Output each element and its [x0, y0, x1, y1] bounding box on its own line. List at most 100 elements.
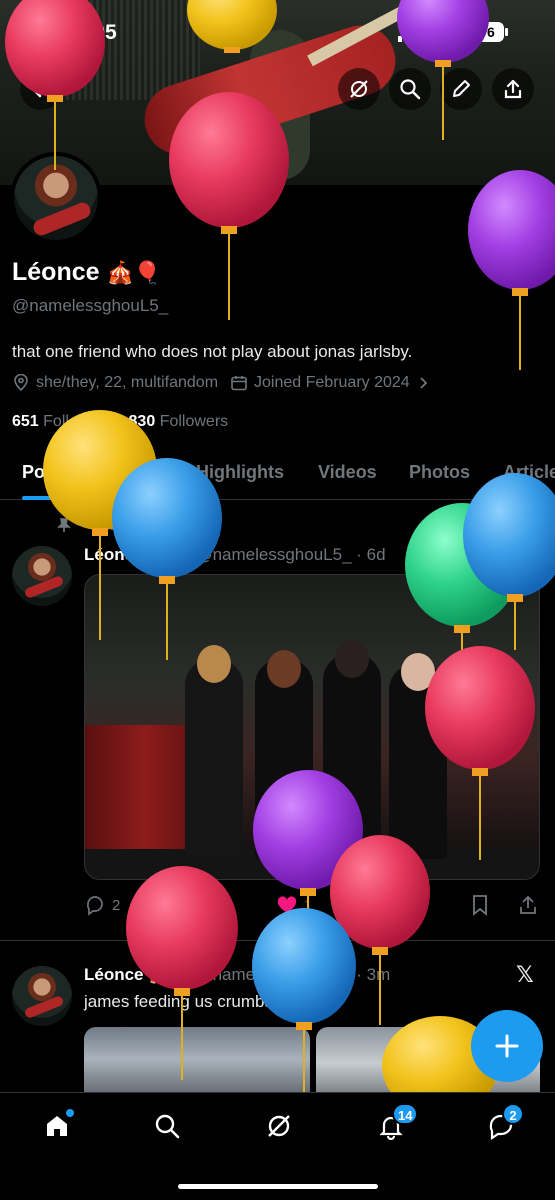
post-actions: 2 4 1 695 — [84, 894, 544, 920]
edit-button[interactable] — [440, 68, 482, 110]
back-arrow-icon — [31, 80, 52, 98]
tab-posts[interactable]: Posts — [22, 462, 71, 483]
status-time: 00:05 — [63, 21, 117, 44]
share-icon — [520, 895, 536, 914]
reply-action[interactable]: 2 — [84, 894, 120, 916]
post-time[interactable]: · 3m — [356, 965, 390, 984]
avatar-guitar — [31, 200, 93, 238]
media-person — [323, 654, 381, 859]
profile-meta: she/they, 22, multifandom Joined Februar… — [12, 374, 430, 392]
share-button[interactable] — [492, 68, 534, 110]
plus-icon — [495, 1034, 519, 1058]
messages-badge: 2 — [502, 1103, 524, 1125]
tab-articles[interactable]: Articles — [503, 462, 555, 483]
reply-icon — [87, 896, 103, 916]
nav-messages[interactable]: 2 — [486, 1103, 524, 1141]
tab-replies[interactable]: Replies — [100, 462, 164, 483]
notifications-badge: 14 — [392, 1103, 419, 1125]
reply-count: 2 — [112, 896, 121, 914]
grok-icon — [268, 1115, 290, 1137]
views-action[interactable]: 695 — [372, 894, 423, 914]
post-header: Léonce 🎪🎈 @namelessghouL5_ · 6d — [84, 545, 386, 565]
x-logo-icon: 𝕏 — [516, 540, 534, 565]
post-text: james feeding us crumbs — [84, 992, 273, 1011]
search-button[interactable] — [389, 68, 431, 110]
tab-videos[interactable]: Videos — [318, 462, 377, 483]
repost-count: 4 — [204, 896, 213, 914]
back-button[interactable] — [20, 68, 62, 110]
media-person — [389, 664, 447, 859]
share-post-button[interactable] — [518, 894, 538, 916]
heart-icon — [277, 896, 297, 913]
chevron-right-icon[interactable] — [416, 376, 430, 390]
post-author-emoji: 🎪🎈 — [148, 545, 191, 564]
pinned-label: Pinned — [92, 517, 139, 533]
status-bar: 00:05 76 — [0, 18, 555, 48]
profile-tabs: Posts Replies Highlights Videos Photos A… — [0, 452, 555, 500]
battery-indicator: 76 — [470, 22, 508, 42]
tab-photos[interactable]: Photos — [409, 462, 470, 483]
profile-bio: that one friend who does not play about … — [12, 342, 413, 361]
follow-stats: 651 Following 830 Followers — [12, 413, 228, 431]
profile-location: she/they, 22, multifandom — [36, 374, 219, 391]
profile-name-text: Léonce — [12, 258, 100, 286]
post-author-name[interactable]: Léonce — [84, 545, 144, 564]
search-icon — [155, 1114, 180, 1139]
media-person-head — [335, 640, 369, 678]
following-count: 651 — [12, 413, 39, 430]
followers-count: 830 — [128, 413, 156, 430]
grok-button[interactable] — [338, 68, 380, 110]
media-person-head — [401, 653, 435, 691]
avatar-guitar — [23, 574, 65, 600]
post-avatar[interactable] — [12, 966, 72, 1026]
profile-name: Léonce 🎪🎈 — [12, 258, 161, 287]
post-author-name[interactable]: Léonce — [84, 965, 144, 984]
profile-handle: @namelessghouL5_ — [12, 296, 169, 315]
tab-highlights[interactable]: Highlights — [196, 462, 284, 483]
bookmark-button[interactable] — [470, 894, 490, 916]
post-media[interactable] — [84, 574, 540, 880]
share-icon — [504, 79, 522, 99]
repost-action[interactable]: 4 — [176, 894, 212, 916]
grok-icon — [350, 80, 368, 98]
followers-link[interactable]: 830 Followers — [129, 413, 229, 430]
view-count: 695 — [398, 895, 424, 913]
active-tab-indicator — [22, 496, 76, 500]
following-link[interactable]: 651 Following — [12, 413, 111, 430]
profile-name-emoji: 🎪🎈 — [106, 260, 162, 285]
profile-avatar[interactable] — [10, 152, 102, 244]
analytics-icon — [375, 899, 389, 911]
nav-home[interactable] — [42, 1109, 74, 1141]
pencil-icon — [453, 80, 470, 97]
pinned-indicator: Pinned — [56, 517, 139, 533]
nav-notifications[interactable]: 14 — [376, 1103, 419, 1141]
nav-grok[interactable] — [264, 1111, 294, 1141]
x-logo-icon: 𝕏 — [516, 962, 534, 987]
post-author-handle[interactable]: @namelessghouL5_ — [195, 545, 351, 564]
repost-icon — [178, 900, 196, 910]
media-person-head — [267, 650, 301, 688]
location-icon — [14, 374, 28, 392]
post-avatar[interactable] — [12, 546, 72, 606]
pin-icon — [57, 518, 71, 532]
nav-search[interactable] — [152, 1111, 182, 1141]
media-person-head — [197, 645, 231, 683]
like-action[interactable]: 1 — [276, 894, 312, 916]
like-count: 1 — [304, 896, 313, 914]
post-divider — [0, 940, 555, 941]
signal-icon — [398, 26, 426, 47]
post-author-handle[interactable]: @namelessghouL5_ — [195, 965, 351, 984]
post-author-emoji: 🎪🎈 — [148, 965, 191, 984]
compose-button[interactable] — [471, 1010, 543, 1082]
profile-joined: Joined February 2024 — [254, 374, 410, 391]
following-label: Following — [43, 413, 111, 430]
balloon-purple — [468, 170, 555, 370]
media-person — [185, 659, 243, 859]
bookmark-icon — [473, 895, 487, 916]
calendar-icon — [231, 376, 247, 391]
search-icon — [400, 79, 421, 100]
avatar-guitar — [23, 994, 65, 1020]
post-time[interactable]: · 6d — [356, 545, 385, 564]
followers-label: Followers — [159, 413, 229, 430]
home-indicator — [178, 1184, 378, 1189]
